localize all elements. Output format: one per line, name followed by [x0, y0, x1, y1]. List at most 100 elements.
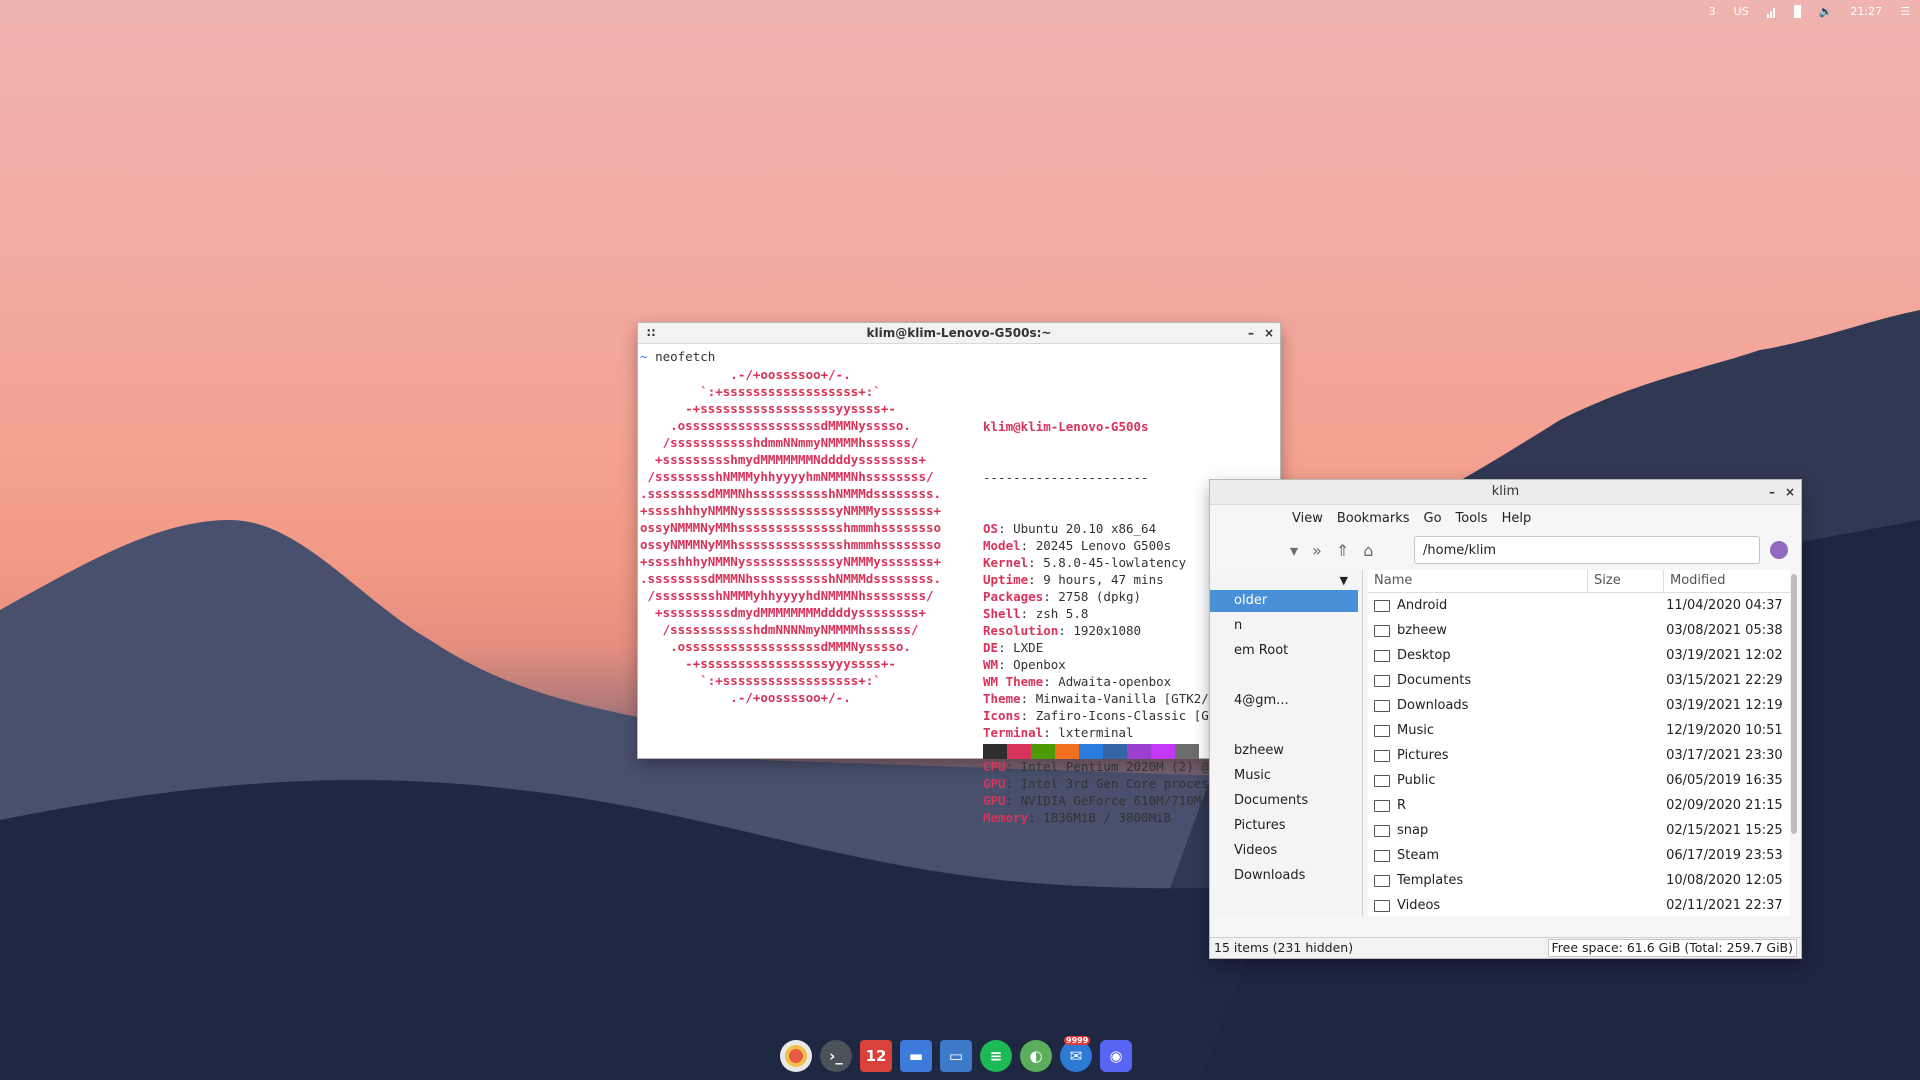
column-name[interactable]: Name [1368, 570, 1588, 592]
logo-line: +ssssssssshmydMMMMMMMNddddyssssssss+ [640, 452, 926, 467]
file-name: snap [1397, 823, 1429, 838]
fm-menubar: View Bookmarks Go Tools Help [1210, 505, 1801, 531]
forward-icon[interactable]: » [1312, 541, 1322, 560]
file-name: Steam [1397, 848, 1439, 863]
home-icon[interactable]: ⌂ [1363, 541, 1373, 560]
file-row[interactable]: Templates 10/08/2020 12:05 [1368, 868, 1790, 893]
minimize-button[interactable]: – [1244, 323, 1258, 343]
file-row[interactable]: Videos 02/11/2021 22:37 [1368, 893, 1790, 916]
menu-item[interactable]: View [1292, 511, 1323, 526]
discord-icon[interactable]: ◉ [1100, 1040, 1132, 1072]
color-swatch [983, 744, 1007, 759]
terminal-icon[interactable]: ›_ [820, 1040, 852, 1072]
sidebar-item[interactable]: 4@gm... [1210, 690, 1358, 712]
display-icon[interactable]: ▭ [940, 1040, 972, 1072]
wifi-icon[interactable] [1766, 5, 1776, 18]
fm-titlebar[interactable]: klim – × [1210, 480, 1801, 505]
host-header: klim@klim-Lenovo-G500s [983, 419, 1149, 434]
file-row[interactable]: Public 06/05/2019 16:35 [1368, 768, 1790, 793]
window-menu-icon[interactable]: ∷ [644, 323, 658, 343]
logo-line: .ossssssssssssssssssdMMMNysssso. [640, 418, 911, 433]
public-icon [1374, 774, 1390, 787]
menu-icon[interactable]: ☰ [1900, 5, 1910, 18]
sidebar-item[interactable]: n [1210, 615, 1358, 637]
file-name: Music [1397, 723, 1434, 738]
spotify-icon[interactable]: ≡ [980, 1040, 1012, 1072]
files-icon[interactable]: ▬ [900, 1040, 932, 1072]
menu-item[interactable]: Go [1424, 511, 1442, 526]
menu-item[interactable]: Bookmarks [1337, 511, 1410, 526]
file-name: Public [1397, 773, 1436, 788]
file-modified: 10/08/2020 12:05 [1666, 873, 1783, 888]
close-button[interactable]: × [1262, 323, 1276, 343]
up-icon[interactable]: ⇑ [1336, 541, 1349, 560]
path-input[interactable]: /home/klim [1414, 536, 1760, 564]
battery-icon[interactable] [1793, 4, 1801, 18]
fm-close-button[interactable]: × [1783, 480, 1797, 504]
file-row[interactable]: Desktop 03/19/2021 12:02 [1368, 643, 1790, 668]
logo-line: /sssssssshNMMMyhhyyyyhmNMMMNhssssssss/ [640, 469, 934, 484]
fm-minimize-button[interactable]: – [1765, 480, 1779, 504]
dock: ›_ 12 ▬ ▭ ≡ ◐ ✉ 9999 ◉ [780, 1036, 1132, 1072]
file-modified: 11/04/2020 04:37 [1666, 598, 1783, 613]
sidebar-item[interactable]: Videos [1210, 840, 1358, 862]
column-size[interactable]: Size [1588, 570, 1664, 592]
file-name: Documents [1397, 673, 1472, 688]
file-row[interactable]: Music 12/19/2020 10:51 [1368, 718, 1790, 743]
file-modified: 02/15/2021 15:25 [1666, 823, 1783, 838]
workspace-indicator[interactable]: 3 [1709, 5, 1716, 18]
mail-icon[interactable]: ✉ 9999 [1060, 1036, 1092, 1072]
file-row[interactable]: Steam 06/17/2019 23:53 [1368, 843, 1790, 868]
file-name: Android [1397, 598, 1448, 613]
sidebar-item[interactable]: em Root [1210, 640, 1358, 662]
logo-line: .ssssssssdMMMNhsssssssssshNMMMdssssssss. [640, 571, 942, 586]
color-swatch [1007, 744, 1031, 759]
file-name: Templates [1397, 873, 1464, 888]
folder-icon [1374, 824, 1390, 837]
file-row[interactable]: snap 02/15/2021 15:25 [1368, 818, 1790, 843]
file-row[interactable]: Downloads 03/19/2021 12:19 [1368, 693, 1790, 718]
terminal-titlebar[interactable]: ∷ klim@klim-Lenovo-G500s:~ – × [638, 323, 1280, 344]
file-row[interactable]: Android 11/04/2020 04:37 [1368, 593, 1790, 618]
fm-title: klim [1491, 484, 1520, 499]
gnome-icon[interactable]: ◐ [1020, 1040, 1052, 1072]
sidebar-item[interactable]: Documents [1210, 790, 1358, 812]
file-name: Desktop [1397, 648, 1451, 663]
file-row[interactable]: Pictures 03/17/2021 23:30 [1368, 743, 1790, 768]
file-modified: 06/17/2019 23:53 [1666, 848, 1783, 863]
sidebar-item[interactable]: Music [1210, 765, 1358, 787]
logo-line: +sssshhhyNMMNyssssssssssssyNMMMysssssss+ [640, 554, 942, 569]
column-modified[interactable]: Modified [1664, 570, 1790, 592]
sidebar-item[interactable]: Pictures [1210, 815, 1358, 837]
pictures-icon [1374, 749, 1390, 762]
fm-extra-icon[interactable] [1770, 541, 1788, 559]
logo-line: -+ssssssssssssssssssyyssss+- [640, 401, 896, 416]
file-row[interactable]: R 02/09/2020 21:15 [1368, 793, 1790, 818]
sidebar-item[interactable]: bzheew [1210, 740, 1358, 762]
file-name: Pictures [1397, 748, 1449, 763]
logo-line: ossyNMMMNyMMhsssssssssssssshmmmhssssssso [640, 520, 942, 535]
fm-scrollbar[interactable] [1791, 570, 1799, 892]
file-list: Name Size Modified Android 11/04/2020 04:… [1368, 570, 1790, 916]
file-modified: 03/19/2021 12:02 [1666, 648, 1783, 663]
sidebar-item[interactable]: older [1210, 590, 1358, 612]
folder-icon [1374, 849, 1390, 862]
terminal-prompt: ~ neofetch [640, 349, 716, 364]
terminal-output[interactable]: ~ neofetch .-/+oossssoo+/-. `:+sssssssss… [638, 344, 1280, 825]
history-dropdown-icon[interactable]: ▾ [1290, 541, 1298, 560]
templates-icon [1374, 874, 1390, 887]
sidebar-item[interactable]: Downloads [1210, 865, 1358, 887]
volume-icon[interactable]: 🔉 [1819, 5, 1833, 18]
menu-item[interactable]: Help [1502, 511, 1532, 526]
sidebar-dropdown-icon[interactable]: ▼ [1340, 574, 1348, 587]
menu-item[interactable]: Tools [1456, 511, 1488, 526]
file-row[interactable]: Documents 03/15/2021 22:29 [1368, 668, 1790, 693]
file-row[interactable]: bzheew 03/08/2021 05:38 [1368, 618, 1790, 643]
file-name: Downloads [1397, 698, 1469, 713]
calendar-icon[interactable]: 12 [860, 1040, 892, 1072]
file-modified: 03/08/2021 05:38 [1666, 623, 1783, 638]
ubuntu-ascii-logo: .-/+oossssoo+/-. `:+ssssssssssssssssss+:… [640, 366, 941, 706]
clock[interactable]: 21:27 [1850, 5, 1882, 18]
chrome-icon[interactable] [780, 1040, 812, 1072]
keyboard-layout[interactable]: US [1734, 5, 1749, 18]
